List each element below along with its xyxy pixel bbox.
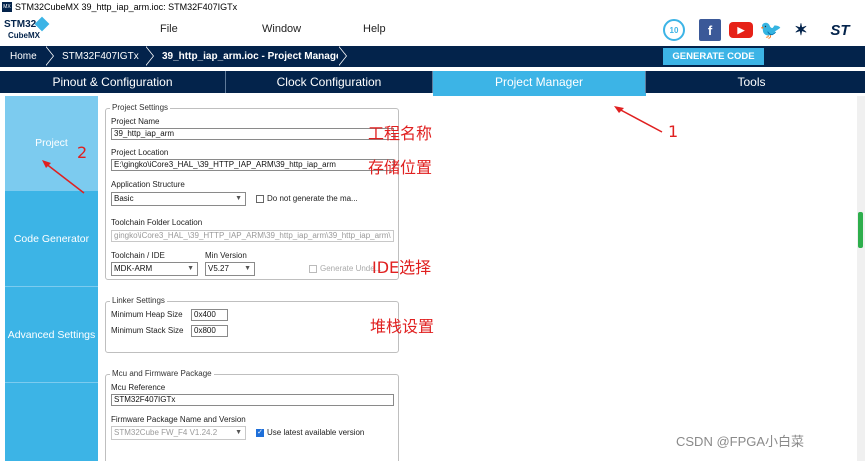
sidebar-item-advanced-settings[interactable]: Advanced Settings: [5, 288, 98, 383]
menu-file[interactable]: File: [160, 23, 178, 35]
firmware-package-label: Firmware Package Name and Version: [111, 415, 246, 424]
chevron-down-icon: ▼: [244, 265, 251, 272]
menu-bar: STM32 CubeMX File Window Help 10 f ▶ 🐦 ✶…: [0, 14, 865, 46]
firmware-package-select[interactable]: STM32Cube FW_F4 V1.24.2 ▼: [111, 426, 246, 440]
title-bar: MX STM32CubeMX 39_http_iap_arm.ioc: STM3…: [0, 0, 865, 14]
chevron-down-icon: ▼: [187, 265, 194, 272]
annotation-ide-select: IDE选择: [372, 258, 432, 277]
sidebar-item-code-generator[interactable]: Code Generator: [5, 192, 98, 287]
cube-icon: [34, 16, 50, 32]
network-icon[interactable]: ✶: [790, 19, 812, 41]
stm32cubemx-logo: STM32 CubeMX: [4, 16, 54, 45]
breadcrumb-mcu[interactable]: STM32F407IGTx: [62, 46, 139, 67]
checkbox-checked-box: ✓: [256, 428, 264, 437]
youtube-icon[interactable]: ▶: [729, 22, 753, 38]
linker-settings-group: Linker Settings Minimum Heap Size 0x400 …: [105, 296, 399, 353]
checkbox-label: Do not generate the ma...: [267, 194, 358, 203]
annotation-number-2: 2: [77, 143, 88, 162]
anniversary-badge-icon[interactable]: 10: [663, 19, 685, 41]
breadcrumb-project[interactable]: 39_http_iap_arm.ioc - Project Manager: [162, 46, 345, 67]
window-title: STM32CubeMX 39_http_iap_arm.ioc: STM32F4…: [15, 2, 238, 12]
scrollbar-thumb[interactable]: [858, 212, 863, 248]
sidebar-item-label: Project: [35, 137, 68, 149]
checkbox-label: Use latest available version: [267, 428, 365, 437]
group-title: Linker Settings: [110, 296, 167, 305]
vertical-scrollbar[interactable]: [857, 96, 865, 461]
min-heap-size-field[interactable]: 0x400: [191, 309, 228, 321]
tab-clock-configuration[interactable]: Clock Configuration: [226, 71, 433, 93]
do-not-generate-main-checkbox[interactable]: Do not generate the ma...: [256, 194, 358, 203]
toolchain-ide-select[interactable]: MDK-ARM ▼: [111, 262, 198, 276]
facebook-icon[interactable]: f: [699, 19, 721, 41]
toolchain-ide-label: Toolchain / IDE: [111, 251, 165, 260]
mcu-firmware-group: Mcu and Firmware Package Mcu Reference S…: [105, 369, 399, 461]
firmware-package-value: STM32Cube FW_F4 V1.24.2: [114, 428, 218, 437]
generate-under-root-checkbox[interactable]: Generate Unde...: [309, 264, 381, 273]
logo-line1: STM32: [4, 19, 37, 30]
menu-help[interactable]: Help: [363, 23, 386, 35]
annotation-number-1: 1: [668, 122, 679, 141]
toolchain-folder-field[interactable]: gingko\iCore3_HAL_\39_HTTP_IAP_ARM\39_ht…: [111, 230, 394, 242]
group-title: Project Settings: [110, 103, 171, 112]
annotation-project-name: 工程名称: [368, 124, 433, 143]
breadcrumb-home[interactable]: Home: [10, 46, 37, 67]
twitter-icon[interactable]: 🐦: [760, 19, 782, 41]
min-stack-size-label: Minimum Stack Size: [111, 326, 184, 335]
checkbox-box: [256, 194, 264, 203]
project-settings-group: Project Settings Project Name 39_http_ia…: [105, 103, 399, 280]
app-structure-value: Basic: [114, 194, 134, 203]
tab-project-manager[interactable]: Project Manager: [433, 71, 646, 93]
tab-pinout-configuration[interactable]: Pinout & Configuration: [0, 71, 226, 93]
logo-line2: CubeMX: [8, 31, 40, 40]
toolchain-folder-label: Toolchain Folder Location: [111, 218, 203, 227]
toolchain-ide-value: MDK-ARM: [114, 264, 153, 273]
generate-code-button[interactable]: GENERATE CODE: [663, 48, 764, 65]
min-stack-size-field[interactable]: 0x800: [191, 325, 228, 337]
chevron-down-icon: ▼: [235, 195, 242, 202]
project-name-label: Project Name: [111, 117, 160, 126]
annotation-stack-setting: 堆栈设置: [370, 317, 435, 336]
sidebar-item-label: Code Generator: [13, 233, 90, 245]
group-title: Mcu and Firmware Package: [110, 369, 214, 378]
min-heap-size-label: Minimum Heap Size: [111, 310, 183, 319]
min-version-value: V5.27: [208, 264, 229, 273]
mcu-reference-field[interactable]: STM32F407IGTx: [111, 394, 394, 406]
project-location-label: Project Location: [111, 148, 169, 157]
app-structure-select[interactable]: Basic ▼: [111, 192, 246, 206]
project-location-field[interactable]: E:\gingko\iCore3_HAL_\39_HTTP_IAP_ARM\39…: [111, 159, 394, 171]
min-version-label: Min Version: [205, 251, 247, 260]
watermark: CSDN @FPGA小白菜: [676, 434, 805, 449]
app-icon: MX: [2, 2, 12, 12]
mcu-reference-label: Mcu Reference: [111, 383, 166, 392]
breadcrumb-separator: [145, 45, 154, 66]
breadcrumb-separator: [45, 45, 54, 66]
main-tabs: Pinout & Configuration Clock Configurati…: [0, 71, 865, 93]
menu-window[interactable]: Window: [262, 23, 301, 35]
checkbox-box: [309, 264, 317, 273]
annotation-project-location: 存储位置: [368, 158, 433, 177]
app-structure-label: Application Structure: [111, 180, 185, 189]
project-name-field[interactable]: 39_http_iap_arm: [111, 128, 394, 140]
use-latest-version-checkbox[interactable]: ✓ Use latest available version: [256, 428, 364, 437]
tab-tools[interactable]: Tools: [646, 71, 857, 93]
min-version-select[interactable]: V5.27 ▼: [205, 262, 255, 276]
breadcrumb: Home STM32F407IGTx 39_http_iap_arm.ioc -…: [0, 45, 865, 67]
app-window: MX STM32CubeMX 39_http_iap_arm.ioc: STM3…: [0, 0, 865, 461]
sidebar-item-label: Advanced Settings: [7, 329, 96, 341]
breadcrumb-separator: [338, 45, 347, 66]
chevron-down-icon: ▼: [235, 429, 242, 436]
project-settings-panel: Project Settings Project Name 39_http_ia…: [98, 96, 857, 461]
st-logo-icon[interactable]: ST: [821, 19, 859, 41]
